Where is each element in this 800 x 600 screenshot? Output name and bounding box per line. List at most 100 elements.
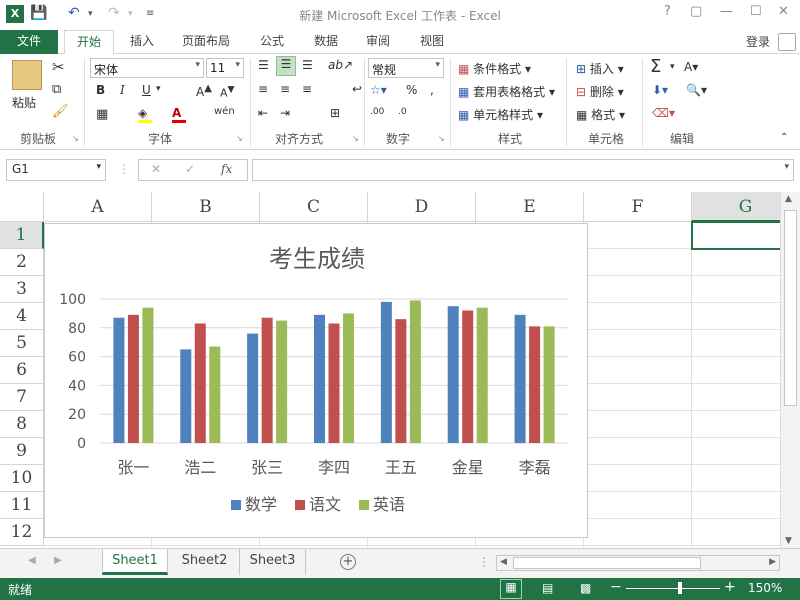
font-color-icon[interactable]: A [172, 106, 186, 123]
bold-button[interactable]: B [96, 83, 105, 97]
align-top-icon[interactable]: ☰ [258, 58, 269, 72]
font-size-select[interactable]: 11 ▾ [206, 58, 244, 78]
decrease-decimal-icon[interactable]: .0 [398, 107, 407, 117]
column-header-e[interactable]: E [476, 192, 584, 222]
insert-function-button[interactable]: fx [221, 162, 232, 176]
tab-data[interactable]: 数据 [304, 30, 348, 54]
scroll-sheets-left-icon[interactable]: ◀ [28, 555, 36, 566]
tab-view[interactable]: 视图 [410, 30, 454, 54]
sheet-tab-sheet3[interactable]: Sheet3 [240, 549, 306, 575]
underline-button[interactable]: U [142, 83, 151, 97]
delete-cells-button[interactable]: ⊟ 删除 ▾ [576, 83, 624, 100]
chart[interactable]: 考生成绩 0 20 40 60 80 100 张一 浩二 张三 李四 王五 金星 李磊 数学 语文 英语 [44, 223, 588, 538]
format-cells-button[interactable]: ▦ 格式 ▾ [576, 106, 625, 123]
align-middle-icon[interactable]: ☰ [276, 56, 296, 76]
find-select-icon[interactable]: 🔍▾ [686, 83, 707, 97]
row-header-10[interactable]: 10 [0, 465, 44, 492]
paste-button[interactable]: 粘贴 [12, 94, 36, 111]
row-header-5[interactable]: 5 [0, 330, 44, 357]
row-header-3[interactable]: 3 [0, 276, 44, 303]
alignment-launcher-icon[interactable]: ↘ [352, 134, 359, 143]
align-left-icon[interactable]: ≡ [258, 82, 268, 96]
tab-file[interactable]: 文件 [0, 30, 58, 54]
orientation-icon[interactable]: ab↗ [328, 58, 353, 72]
user-icon[interactable] [778, 33, 796, 51]
help-icon[interactable]: ? [664, 4, 671, 19]
tab-insert[interactable]: 插入 [122, 30, 162, 54]
underline-dropdown-icon[interactable]: ▾ [156, 84, 161, 94]
autosum-dropdown-icon[interactable]: ▾ [670, 62, 675, 72]
row-header-1[interactable]: 1 [0, 222, 44, 249]
accounting-format-icon[interactable]: ☆▾ [370, 83, 387, 97]
select-all-button[interactable] [0, 192, 44, 222]
formula-input[interactable]: ▾ [252, 159, 794, 181]
font-launcher-icon[interactable]: ↘ [236, 134, 243, 143]
sign-in-link[interactable]: 登录 [746, 33, 770, 50]
collapse-ribbon-icon[interactable]: ⌃ [780, 132, 788, 143]
row-header-12[interactable]: 12 [0, 519, 44, 546]
zoom-in-icon[interactable]: + [724, 579, 736, 595]
zoom-out-icon[interactable]: − [610, 579, 622, 595]
insert-cells-button[interactable]: ⊞ 插入 ▾ [576, 60, 624, 77]
horizontal-scroll-thumb[interactable] [513, 557, 701, 569]
row-header-6[interactable]: 6 [0, 357, 44, 384]
sheet-tab-sheet1[interactable]: Sheet1 [102, 549, 168, 575]
autosum-icon[interactable]: Σ [650, 56, 661, 77]
scroll-down-icon[interactable]: ▼ [785, 536, 792, 546]
format-as-table-button[interactable]: ▦ 套用表格格式 ▾ [458, 83, 555, 100]
page-layout-view-icon[interactable]: ▤ [542, 581, 553, 595]
paste-icon[interactable] [12, 60, 42, 90]
cut-icon[interactable]: ✂ [52, 58, 65, 76]
sort-filter-icon[interactable]: A▾ [684, 60, 698, 74]
column-header-b[interactable]: B [152, 192, 260, 222]
font-name-select[interactable]: 宋体 ▾ [90, 58, 204, 78]
font-shrink-icon[interactable]: A▼ [220, 84, 235, 100]
percent-style-button[interactable]: % [406, 83, 417, 97]
copy-icon[interactable]: ⧉ [52, 82, 61, 97]
clipboard-launcher-icon[interactable]: ↘ [72, 134, 79, 143]
row-header-2[interactable]: 2 [0, 249, 44, 276]
column-header-g[interactable]: G [692, 192, 780, 222]
merge-center-icon[interactable]: ⊞ [330, 106, 340, 120]
row-header-7[interactable]: 7 [0, 384, 44, 411]
number-launcher-icon[interactable]: ↘ [438, 134, 445, 143]
increase-decimal-icon[interactable]: .00 [370, 107, 384, 117]
align-center-icon[interactable]: ≡ [280, 82, 290, 96]
align-bottom-icon[interactable]: ☰ [302, 58, 313, 72]
normal-view-icon[interactable]: ▦ [500, 579, 522, 599]
italic-button[interactable]: I [120, 83, 125, 97]
minimize-button[interactable]: — [720, 4, 733, 19]
row-header-11[interactable]: 11 [0, 492, 44, 519]
column-header-a[interactable]: A [44, 192, 152, 222]
decrease-indent-icon[interactable]: ⇤ [258, 106, 268, 120]
scroll-right-icon[interactable]: ▶ [769, 557, 776, 567]
enter-icon[interactable]: ✓ [185, 162, 195, 176]
increase-indent-icon[interactable]: ⇥ [280, 106, 290, 120]
tab-split-grip-icon[interactable]: ⋮ [478, 555, 490, 569]
clear-icon[interactable]: ⌫▾ [652, 106, 675, 120]
conditional-formatting-button[interactable]: ▦ 条件格式 ▾ [458, 60, 531, 77]
new-sheet-icon[interactable]: + [340, 554, 356, 570]
scroll-up-icon[interactable]: ▲ [785, 194, 792, 204]
fill-color-icon[interactable]: ◈ [138, 106, 152, 123]
font-grow-icon[interactable]: A▲ [196, 83, 212, 99]
scroll-left-icon[interactable]: ◀ [500, 557, 507, 567]
wrap-text-icon[interactable]: ↩ [352, 82, 362, 96]
phonetic-guide-button[interactable]: wén [214, 106, 235, 117]
tab-home[interactable]: 开始 [64, 30, 114, 55]
tab-formulas[interactable]: 公式 [250, 30, 294, 54]
scroll-sheets-right-icon[interactable]: ▶ [54, 555, 62, 566]
selected-cell[interactable] [691, 221, 780, 250]
row-header-8[interactable]: 8 [0, 411, 44, 438]
vertical-scrollbar[interactable]: ▲ ▼ [780, 192, 800, 548]
cell-styles-button[interactable]: ▦ 单元格样式 ▾ [458, 106, 543, 123]
ribbon-display-icon[interactable]: ▢ [690, 4, 702, 19]
cancel-icon[interactable]: ✕ [151, 162, 161, 176]
number-format-select[interactable]: 常规 ▾ [368, 58, 444, 78]
name-box[interactable]: G1 ▾ [6, 159, 106, 181]
comma-style-icon[interactable]: , [430, 83, 434, 97]
maximize-button[interactable]: ☐ [750, 4, 762, 19]
zoom-slider[interactable] [626, 582, 720, 594]
close-button[interactable]: ✕ [778, 4, 789, 19]
row-header-9[interactable]: 9 [0, 438, 44, 465]
